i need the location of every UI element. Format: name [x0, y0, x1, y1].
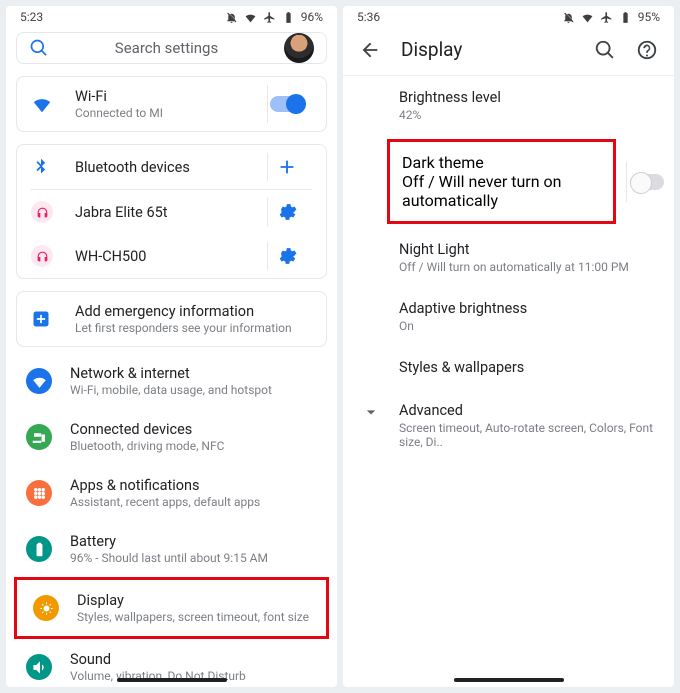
apps-icon: [26, 480, 52, 506]
display-header: Display: [343, 26, 674, 76]
status-bar: 5:23 96%: [6, 6, 337, 26]
dnd-icon: [225, 11, 238, 24]
status-bar: 5:36 95%: [343, 6, 674, 26]
sound-icon: [26, 654, 52, 680]
plus-icon[interactable]: [276, 156, 298, 178]
emergency-card[interactable]: Add emergency information Let first resp…: [16, 291, 327, 347]
bluetooth-row[interactable]: Bluetooth devices: [17, 145, 326, 189]
gear-icon[interactable]: [276, 245, 298, 267]
battery-icon: [619, 11, 632, 24]
bt-device-row[interactable]: Jabra Elite 65t: [17, 190, 326, 234]
gear-icon[interactable]: [276, 201, 298, 223]
dnd-icon: [562, 11, 575, 24]
dark-theme-toggle[interactable]: [630, 174, 664, 190]
settings-item-wifi[interactable]: Network & internetWi-Fi, mobile, data us…: [10, 353, 333, 409]
bt-device-row[interactable]: WH-CH500: [17, 234, 326, 278]
settings-item-devices[interactable]: Connected devicesBluetooth, driving mode…: [10, 409, 333, 465]
wifi-sub: Connected to MI: [75, 106, 262, 120]
search-icon: [29, 38, 49, 58]
help-icon[interactable]: [636, 39, 658, 61]
headphones-icon: [31, 245, 53, 267]
airplane-icon: [263, 11, 276, 24]
search-placeholder: Search settings: [49, 39, 284, 57]
display-item[interactable]: Styles & wallpapers: [343, 346, 674, 389]
wifi-card[interactable]: Wi-Fi Connected to MI: [16, 76, 327, 132]
display-item[interactable]: Brightness level42%: [343, 76, 674, 135]
wifi-icon: [26, 368, 52, 394]
search-icon[interactable]: [594, 39, 616, 61]
bluetooth-icon: [31, 157, 51, 177]
chevron-down-icon: [361, 402, 381, 422]
settings-item-battery[interactable]: Battery96% - Should last until about 9:1…: [10, 521, 333, 577]
bluetooth-card: Bluetooth devices Jabra Elite 65t WH-CH5…: [16, 144, 327, 279]
wifi-toggle[interactable]: [270, 96, 304, 112]
battery-pct: 96%: [301, 10, 323, 24]
display-item[interactable]: Adaptive brightnessOn: [343, 287, 674, 346]
back-icon[interactable]: [359, 39, 381, 61]
battery-pct: 95%: [638, 10, 660, 24]
battery-icon: [282, 11, 295, 24]
airplane-icon: [600, 11, 613, 24]
clock: 5:23: [20, 10, 43, 24]
search-settings[interactable]: Search settings: [16, 32, 327, 64]
phone-settings-home: 5:23 96% Search settings Wi-Fi Connected…: [6, 6, 337, 687]
display-list: Brightness level42% Dark themeOff / Will …: [343, 76, 674, 462]
wifi-icon: [581, 11, 594, 24]
phone-display-settings: 5:36 95% Display Brightness level42% Dark…: [343, 6, 674, 687]
headphones-icon: [31, 201, 53, 223]
display-item-dark-theme[interactable]: Dark themeOff / Will never turn on autom…: [390, 142, 613, 221]
display-item[interactable]: Night LightOff / Will turn on automatica…: [343, 228, 674, 287]
battery-icon: [26, 536, 52, 562]
home-indicator[interactable]: [117, 678, 227, 682]
clock: 5:36: [357, 10, 380, 24]
home-indicator[interactable]: [454, 678, 564, 682]
wifi-icon: [31, 93, 53, 115]
settings-item-display[interactable]: DisplayStyles, wallpapers, screen timeou…: [14, 577, 329, 639]
page-title: Display: [401, 38, 574, 61]
settings-list: Network & internetWi-Fi, mobile, data us…: [6, 353, 337, 687]
display-icon: [33, 595, 59, 621]
wifi-icon: [244, 11, 257, 24]
profile-avatar[interactable]: [284, 33, 314, 63]
medical-icon: [31, 309, 51, 329]
settings-item-apps[interactable]: Apps & notificationsAssistant, recent ap…: [10, 465, 333, 521]
wifi-title: Wi-Fi: [75, 88, 262, 105]
devices-icon: [26, 424, 52, 450]
display-item[interactable]: AdvancedScreen timeout, Auto-rotate scre…: [343, 389, 674, 462]
